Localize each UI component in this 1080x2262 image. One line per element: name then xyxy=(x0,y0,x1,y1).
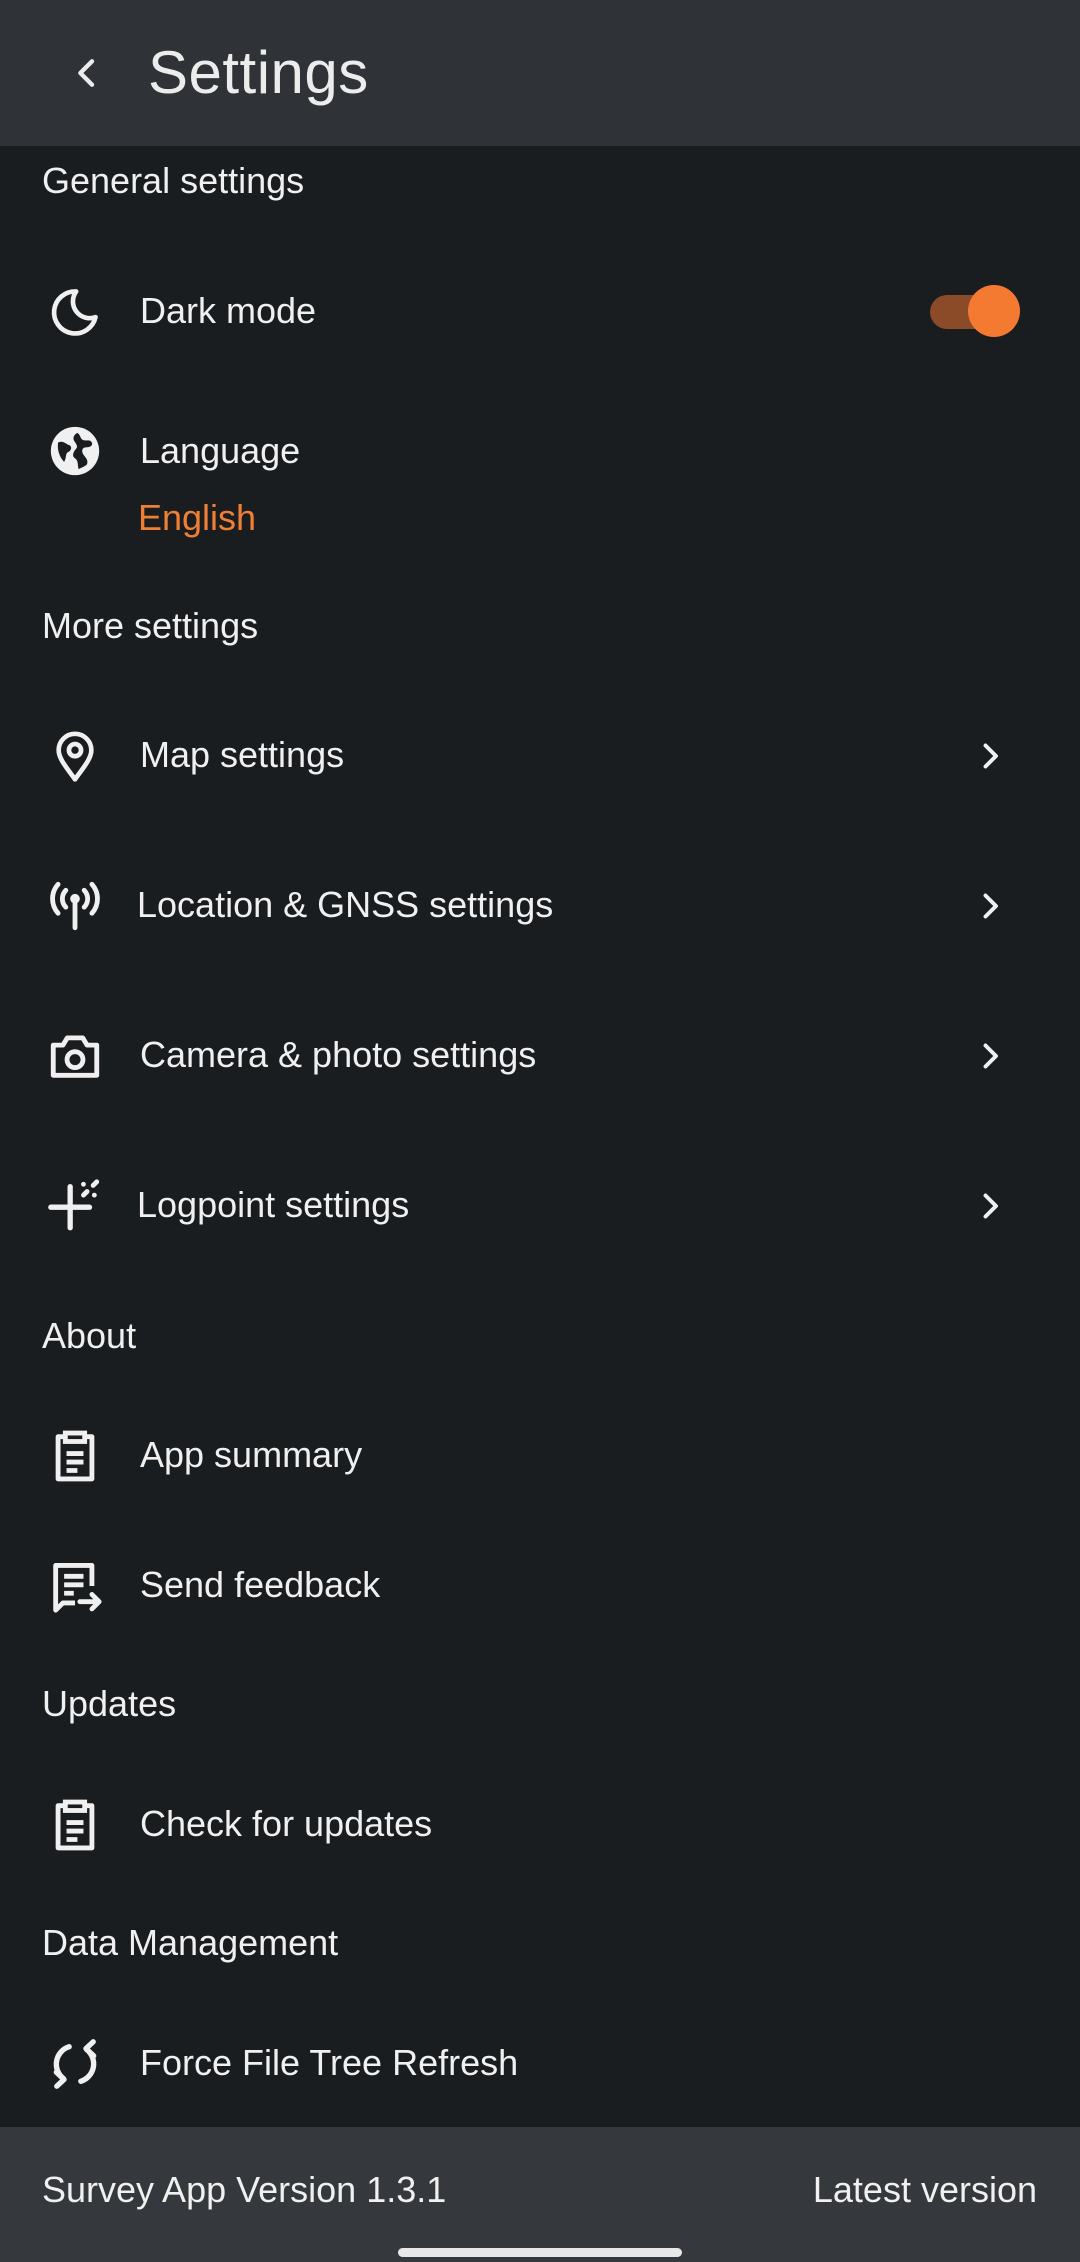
section-header-more: More settings xyxy=(42,605,259,646)
camera-photo-label: Camera & photo settings xyxy=(140,1034,537,1075)
chevron-right-icon xyxy=(960,726,1020,786)
moon-icon xyxy=(42,279,108,345)
toggle-thumb xyxy=(968,285,1020,337)
app-summary-row[interactable]: App summary xyxy=(0,1406,1080,1506)
chevron-right-icon xyxy=(960,1026,1020,1086)
language-row[interactable]: Language English xyxy=(0,400,1080,550)
dark-mode-row[interactable]: Dark mode xyxy=(0,262,1080,362)
map-settings-label: Map settings xyxy=(140,734,345,775)
map-settings-row[interactable]: Map settings xyxy=(0,706,1080,806)
clipboard-icon xyxy=(42,1792,108,1858)
logpoint-settings-row[interactable]: Logpoint settings xyxy=(0,1156,1080,1256)
crosshair-sparkle-icon xyxy=(42,1173,108,1239)
location-gnss-label: Location & GNSS settings xyxy=(137,884,554,925)
section-header-about: About xyxy=(42,1315,137,1356)
antenna-icon xyxy=(42,873,108,939)
force-refresh-label: Force File Tree Refresh xyxy=(140,2042,519,2083)
check-updates-row[interactable]: Check for updates xyxy=(0,1775,1080,1875)
settings-screen: Settings General settings Dark mode Lang… xyxy=(0,0,1080,2262)
force-refresh-row[interactable]: Force File Tree Refresh xyxy=(0,2014,1080,2114)
clipboard-icon xyxy=(42,1423,108,1489)
section-header-general: General settings xyxy=(42,160,305,201)
camera-icon xyxy=(42,1023,108,1089)
section-header-data-management: Data Management xyxy=(42,1922,339,1963)
section-header-updates: Updates xyxy=(42,1683,177,1724)
dark-mode-label: Dark mode xyxy=(140,290,317,331)
chevron-right-icon xyxy=(960,876,1020,936)
app-version-text: Survey App Version 1.3.1 xyxy=(42,2169,447,2210)
app-summary-label: App summary xyxy=(140,1434,363,1475)
back-button[interactable] xyxy=(52,38,122,108)
refresh-icon xyxy=(42,2031,108,2097)
feedback-icon xyxy=(42,1553,108,1619)
language-label: Language xyxy=(140,430,301,471)
page-title: Settings xyxy=(148,39,369,106)
home-indicator[interactable] xyxy=(398,2248,682,2257)
dark-mode-toggle[interactable] xyxy=(928,285,1020,337)
globe-icon xyxy=(42,418,108,484)
language-value: English xyxy=(138,497,257,538)
send-feedback-row[interactable]: Send feedback xyxy=(0,1536,1080,1636)
top-app-bar: Settings xyxy=(0,0,1080,146)
chevron-left-icon xyxy=(67,53,107,93)
location-gnss-row[interactable]: Location & GNSS settings xyxy=(0,856,1080,956)
map-pin-icon xyxy=(42,723,108,789)
logpoint-settings-label: Logpoint settings xyxy=(137,1184,410,1225)
version-footer: Survey App Version 1.3.1 Latest version xyxy=(0,2127,1080,2262)
version-status-text: Latest version xyxy=(812,2169,1037,2210)
camera-photo-row[interactable]: Camera & photo settings xyxy=(0,1006,1080,1106)
chevron-right-icon xyxy=(960,1176,1020,1236)
check-updates-label: Check for updates xyxy=(140,1803,433,1844)
send-feedback-label: Send feedback xyxy=(140,1564,381,1605)
